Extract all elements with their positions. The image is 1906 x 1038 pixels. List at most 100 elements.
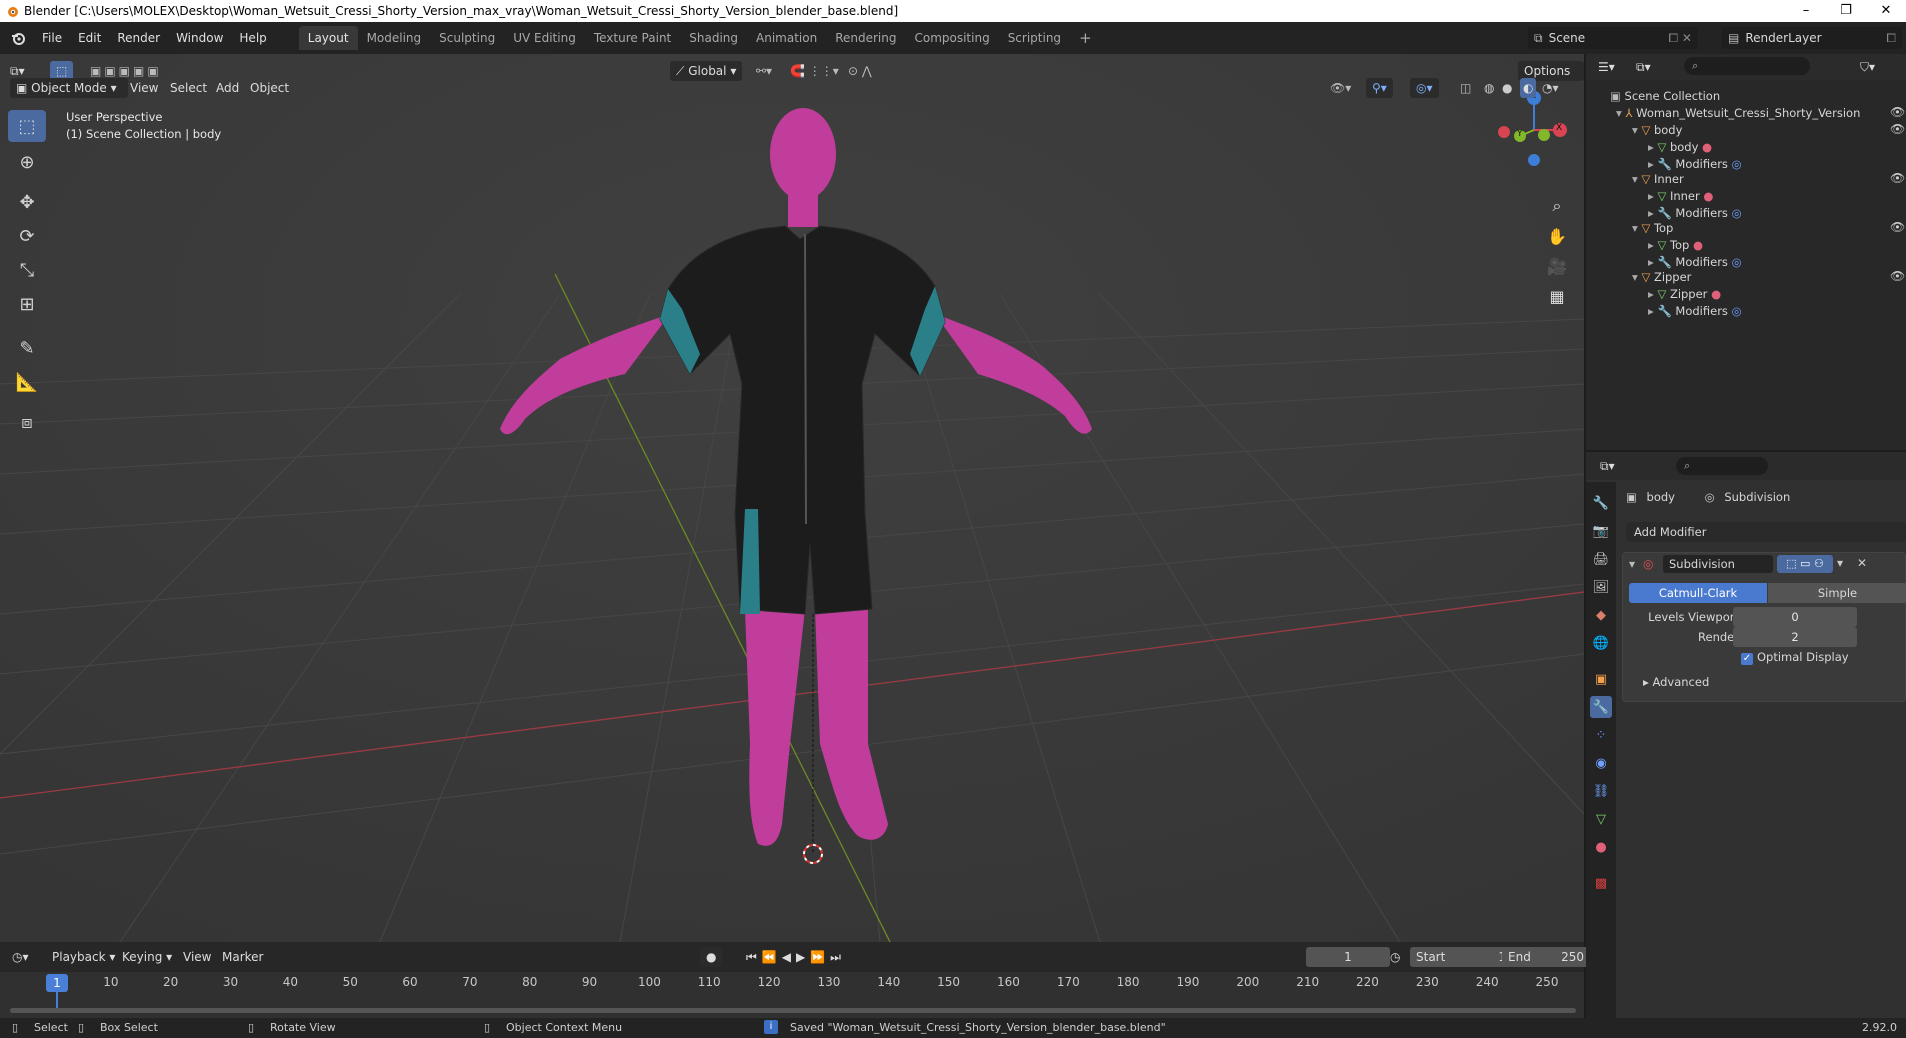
outliner-modifiers-row[interactable]: ▸ 🔧 Modifiers ◎: [1648, 301, 1742, 321]
simple-button[interactable]: Simple: [1768, 583, 1906, 603]
shading-rendered-icon[interactable]: ◔▾: [1542, 78, 1559, 98]
measure-tool-icon[interactable]: 📐: [8, 366, 46, 398]
transform-orientation-dropdown[interactable]: ⟋ Global ▾: [670, 61, 743, 81]
tab-compositing[interactable]: Compositing: [905, 26, 998, 50]
modifier-remove-icon[interactable]: ✕: [1857, 556, 1867, 570]
zoom-view-icon[interactable]: ⌕: [1543, 192, 1571, 220]
tab-scene-icon[interactable]: ◆: [1590, 604, 1612, 626]
tab-render-icon[interactable]: 📷: [1590, 520, 1612, 542]
object-mode-dropdown[interactable]: ▣ Object Mode ▾: [10, 78, 128, 98]
viewport-menu-add[interactable]: Add: [216, 78, 239, 98]
tab-texture-paint[interactable]: Texture Paint: [585, 26, 680, 50]
outliner-search-input[interactable]: ⌕: [1684, 57, 1810, 75]
properties-search-input[interactable]: ⌕: [1676, 457, 1768, 475]
timeline-menu-marker[interactable]: Marker: [222, 947, 263, 967]
tab-modeling[interactable]: Modeling: [358, 26, 431, 50]
tab-uv-editing[interactable]: UV Editing: [504, 26, 585, 50]
viewport-menu-view[interactable]: View: [130, 78, 158, 98]
tab-tool-icon[interactable]: 🔧: [1590, 492, 1612, 514]
filter-icon[interactable]: ⛉▾: [1860, 57, 1875, 77]
playhead[interactable]: 1: [46, 974, 68, 992]
ortho-toggle-icon[interactable]: ▦: [1543, 282, 1571, 310]
playback-controls[interactable]: ⏮⏪◀▶⏩⏭: [746, 947, 846, 967]
timeline-menu-keying[interactable]: Keying ▾: [122, 947, 172, 967]
move-tool-icon[interactable]: ✥: [8, 186, 46, 218]
tab-layout[interactable]: Layout: [298, 26, 358, 50]
scene-copy-icon[interactable]: ⧠ ✕: [1669, 31, 1692, 46]
tab-particles-icon[interactable]: ⁘: [1590, 724, 1612, 746]
add-modifier-button[interactable]: Add Modifier: [1626, 522, 1906, 542]
record-button[interactable]: ●: [700, 947, 723, 967]
tab-material-icon[interactable]: ●: [1590, 836, 1612, 858]
levels-viewport-field[interactable]: 0: [1733, 607, 1857, 627]
blender-menu-icon[interactable]: [10, 30, 26, 46]
start-frame-field[interactable]: Start1: [1410, 947, 1512, 967]
optimal-display-checkbox[interactable]: ✓: [1741, 653, 1753, 665]
modifier-name-field[interactable]: Subdivision: [1663, 555, 1773, 573]
camera-view-icon[interactable]: 🎥: [1543, 252, 1571, 280]
timeline-menu-view[interactable]: View: [183, 947, 211, 967]
advanced-subpanel[interactable]: ▸ Advanced: [1643, 675, 1709, 689]
3d-viewport[interactable]: User Perspective (1) Scene Collection | …: [0, 54, 1584, 942]
viewport-menu-object[interactable]: Object: [250, 78, 289, 98]
visibility-icon[interactable]: 👁▾: [1330, 78, 1351, 98]
rotate-tool-icon[interactable]: ⟳: [8, 220, 46, 252]
tab-output-icon[interactable]: 🖨: [1590, 548, 1612, 570]
shading-wireframe-icon[interactable]: ◍: [1484, 78, 1494, 98]
modifier-menu-icon[interactable]: ▾: [1837, 556, 1843, 570]
visibility-eye-icon[interactable]: 👁: [1890, 269, 1905, 283]
tab-sculpting[interactable]: Sculpting: [430, 26, 504, 50]
viewport-menu-select[interactable]: Select: [170, 78, 207, 98]
scale-tool-icon[interactable]: ⤡: [8, 254, 46, 286]
frame-ruler[interactable]: 10 20 30 40 50 60 70 80 90 100 110 120 130 140 150 160 1…: [0, 972, 1584, 992]
properties-editor-type-icon[interactable]: ⧉▾: [1600, 456, 1615, 476]
tab-data-icon[interactable]: ▽: [1590, 808, 1612, 830]
preview-range-icon[interactable]: ◷: [1390, 947, 1400, 967]
current-frame-field[interactable]: 1: [1306, 947, 1390, 967]
add-workspace-button[interactable]: +: [1070, 26, 1101, 50]
timeline-editor-type-icon[interactable]: ◷▾: [12, 947, 29, 967]
collapse-toggle[interactable]: ▾: [1629, 557, 1635, 571]
pan-view-icon[interactable]: ✋: [1543, 222, 1571, 250]
select-box-tool-icon[interactable]: ⬚: [8, 110, 46, 142]
pivot-icon[interactable]: ⚯▾: [756, 61, 772, 81]
tab-shading[interactable]: Shading: [680, 26, 747, 50]
render-levels-field[interactable]: 2: [1733, 627, 1857, 647]
display-mode-icon[interactable]: ⧉▾: [1636, 57, 1651, 77]
tab-texture-icon[interactable]: ▩: [1590, 872, 1612, 894]
catmull-clark-button[interactable]: Catmull-Clark: [1629, 583, 1767, 603]
annotate-tool-icon[interactable]: ✎: [8, 332, 46, 364]
timeline-scrollbar[interactable]: [10, 1008, 1576, 1013]
visibility-eye-icon[interactable]: 👁: [1890, 171, 1905, 185]
shading-solid-icon[interactable]: ●: [1502, 78, 1512, 98]
visibility-eye-icon[interactable]: 👁: [1890, 122, 1905, 136]
cursor-tool-icon[interactable]: ⊕: [8, 146, 46, 178]
tab-constraints-icon[interactable]: ⛓: [1590, 780, 1612, 802]
tab-world-icon[interactable]: 🌐: [1590, 632, 1612, 654]
menu-help[interactable]: Help: [231, 22, 274, 54]
tab-modifiers-icon[interactable]: 🔧: [1590, 696, 1612, 718]
outliner-editor-type-icon[interactable]: ☰▾: [1598, 57, 1615, 77]
visibility-eye-icon[interactable]: 👁: [1890, 220, 1905, 234]
view-layer-copy-icon[interactable]: ⧠: [1886, 31, 1896, 46]
tab-animation[interactable]: Animation: [747, 26, 826, 50]
menu-render[interactable]: Render: [109, 22, 168, 54]
modifier-display-toggles[interactable]: ⬚ ▭ ⚇: [1777, 555, 1833, 573]
tab-scripting[interactable]: Scripting: [999, 26, 1070, 50]
overlay-toggle-icon[interactable]: ◎▾: [1410, 78, 1439, 98]
restore-button[interactable]: ❐: [1826, 0, 1866, 22]
close-button[interactable]: ✕: [1866, 0, 1906, 22]
shading-material-icon[interactable]: ◐: [1520, 78, 1537, 98]
view-layer-selector[interactable]: ▤ RenderLayer ⧠: [1722, 27, 1902, 49]
add-cube-tool-icon[interactable]: ⧈: [8, 406, 46, 438]
menu-edit[interactable]: Edit: [70, 22, 109, 54]
menu-file[interactable]: File: [34, 22, 70, 54]
snap-icon[interactable]: 🧲 ⋮⋮▾: [790, 61, 839, 81]
tab-view-layer-icon[interactable]: 🖼: [1590, 576, 1612, 598]
properties-panel[interactable]: ⧉▾ ⌕ ▣ body ◎ Subdivision Add Modifier ▾…: [1586, 452, 1906, 1018]
tab-physics-icon[interactable]: ◉: [1590, 752, 1612, 774]
xray-icon[interactable]: ◫: [1460, 78, 1471, 98]
transform-tool-icon[interactable]: ⊞: [8, 288, 46, 320]
minimize-button[interactable]: –: [1786, 0, 1826, 22]
proportional-edit-icon[interactable]: ⊙ ⋀: [848, 61, 872, 81]
